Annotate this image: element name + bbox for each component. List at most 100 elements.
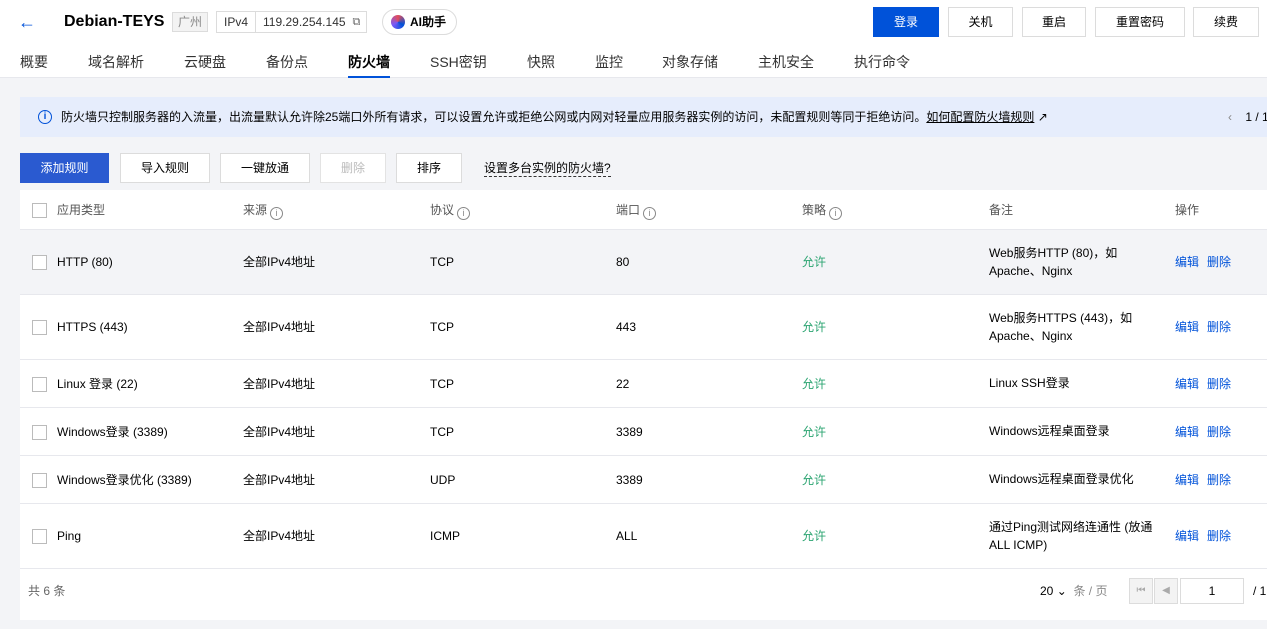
cell-note-line1: Windows远程桌面登录优化 <box>989 472 1134 486</box>
shutdown-button[interactable]: 关机 <box>948 7 1013 37</box>
help-icon[interactable]: i <box>829 207 843 220</box>
table-row: HTTP (80) 全部IPv4地址 TCP 80 允许 Web服务HTTP (… <box>20 230 1267 295</box>
help-icon[interactable]: i <box>270 207 284 220</box>
delete-button[interactable]: 删除 <box>320 153 386 183</box>
ai-assistant-label: AI助手 <box>410 15 447 29</box>
header-type: 应用类型 <box>57 203 106 217</box>
header-policy: 策略 <box>802 203 827 217</box>
row-checkbox[interactable] <box>32 377 47 392</box>
tab-dns[interactable]: 域名解析 <box>88 52 144 78</box>
cell-port: 3389 <box>616 473 643 487</box>
edit-link[interactable]: 编辑 <box>1175 527 1199 545</box>
edit-link[interactable]: 编辑 <box>1175 423 1199 441</box>
delete-link[interactable]: 删除 <box>1207 318 1231 336</box>
row-checkbox[interactable] <box>32 473 47 488</box>
back-arrow-icon[interactable]: ← <box>18 11 40 33</box>
row-checkbox[interactable] <box>32 425 47 440</box>
table-row: HTTPS (443) 全部IPv4地址 TCP 443 允许 Web服务HTT… <box>20 295 1267 360</box>
cell-port: ALL <box>616 529 638 543</box>
chevron-left-icon[interactable]: ‹ <box>1228 110 1232 124</box>
tab-run-command[interactable]: 执行命令 <box>854 52 910 78</box>
renew-button[interactable]: 续费 <box>1193 7 1259 37</box>
tab-bar: 概要 域名解析 云硬盘 备份点 防火墙 SSH密钥 快照 监控 对象存储 主机安… <box>0 44 1267 78</box>
add-rule-button[interactable]: 添加规则 <box>20 153 109 183</box>
edit-link[interactable]: 编辑 <box>1175 253 1199 271</box>
copy-icon[interactable]: ⧉ <box>353 12 367 32</box>
cell-type: HTTPS (443) <box>57 320 128 334</box>
delete-link[interactable]: 删除 <box>1207 527 1231 545</box>
cell-note-line1: Web服务HTTPS (443)，如 <box>989 311 1133 325</box>
cell-note-line2: Apache、Nginx <box>989 264 1073 278</box>
cell-protocol: UDP <box>430 473 456 487</box>
delete-link[interactable]: 删除 <box>1207 253 1231 271</box>
tab-backup[interactable]: 备份点 <box>266 52 308 78</box>
cell-policy: 允许 <box>802 473 827 487</box>
tab-firewall[interactable]: 防火墙 <box>348 52 390 78</box>
table-row: Linux 登录 (22) 全部IPv4地址 TCP 22 允许 Linux S… <box>20 360 1267 408</box>
prev-page-icon[interactable]: ◀ <box>1154 578 1178 604</box>
first-page-icon[interactable]: ⏮ <box>1129 578 1153 604</box>
cell-note-line1: Linux SSH登录 <box>989 376 1070 390</box>
cell-port: 80 <box>616 255 630 269</box>
cell-policy: 允许 <box>802 529 827 543</box>
header-note: 备注 <box>989 203 1014 217</box>
tab-cloud-disk[interactable]: 云硬盘 <box>184 52 226 78</box>
table-row: Windows登录 (3389) 全部IPv4地址 TCP 3389 允许 Wi… <box>20 408 1267 456</box>
import-rule-button[interactable]: 导入规则 <box>120 153 210 183</box>
external-link-icon[interactable]: ↗ <box>1034 110 1048 124</box>
edit-link[interactable]: 编辑 <box>1175 318 1199 336</box>
cell-type: Windows登录优化 (3389) <box>57 473 192 487</box>
cell-source: 全部IPv4地址 <box>243 255 316 269</box>
delete-link[interactable]: 删除 <box>1207 471 1231 489</box>
select-all-checkbox[interactable] <box>32 203 47 218</box>
page-size-select[interactable]: 20 ⌄ 条 / 页 <box>1040 582 1107 600</box>
ip-version: IPv4 <box>217 12 257 32</box>
cell-source: 全部IPv4地址 <box>243 425 316 439</box>
page-size-value: 20 <box>1040 584 1054 598</box>
cell-source: 全部IPv4地址 <box>243 473 316 487</box>
firewall-help-link[interactable]: 如何配置防火墙规则 <box>926 110 1034 124</box>
cell-port: 443 <box>616 320 637 334</box>
page-number-input[interactable]: 1 <box>1180 578 1244 604</box>
tab-object-storage[interactable]: 对象存储 <box>662 52 718 78</box>
row-checkbox[interactable] <box>32 255 47 270</box>
tab-ssh-keys[interactable]: SSH密钥 <box>430 52 487 78</box>
header-port: 端口 <box>616 203 641 217</box>
tab-snapshot[interactable]: 快照 <box>527 52 555 78</box>
login-button[interactable]: 登录 <box>873 7 939 37</box>
delete-link[interactable]: 删除 <box>1207 375 1231 393</box>
banner-page: 1 / 1 <box>1245 110 1267 124</box>
cell-protocol: ICMP <box>430 529 460 543</box>
edit-link[interactable]: 编辑 <box>1175 471 1199 489</box>
delete-link[interactable]: 删除 <box>1207 423 1231 441</box>
chevron-down-icon: ⌄ <box>1056 584 1067 598</box>
page-size-unit: 条 / 页 <box>1073 584 1108 598</box>
restart-button[interactable]: 重启 <box>1022 7 1086 37</box>
row-checkbox[interactable] <box>32 320 47 335</box>
header-source: 来源 <box>243 203 268 217</box>
table-footer: 共 6 条 20 ⌄ 条 / 页 ⏮ ◀ 1 / 1 <box>20 570 1267 614</box>
edit-link[interactable]: 编辑 <box>1175 375 1199 393</box>
table-row: Windows登录优化 (3389) 全部IPv4地址 UDP 3389 允许 … <box>20 456 1267 504</box>
cell-note-line2: ALL ICMP) <box>989 538 1048 552</box>
cell-type: Linux 登录 (22) <box>57 377 138 391</box>
tab-overview[interactable]: 概要 <box>20 52 48 78</box>
tab-host-security[interactable]: 主机安全 <box>758 52 814 78</box>
reset-password-button[interactable]: 重置密码 <box>1095 7 1185 37</box>
info-banner: i 防火墙只控制服务器的入流量，出流量默认允许除25端口外所有请求，可以设置允许… <box>20 97 1267 137</box>
help-icon[interactable]: i <box>643 207 657 220</box>
tab-monitor[interactable]: 监控 <box>595 52 623 78</box>
header: ← Debian-TEYS 广州 IPv4 119.29.254.145 ⧉ A… <box>0 0 1267 78</box>
row-checkbox[interactable] <box>32 529 47 544</box>
region-badge: 广州 <box>172 12 209 32</box>
multi-instance-firewall-link[interactable]: 设置多台实例的防火墙? <box>484 160 611 177</box>
cell-policy: 允许 <box>802 425 827 439</box>
ai-assistant-button[interactable]: AI助手 <box>382 9 458 35</box>
cell-protocol: TCP <box>430 425 454 439</box>
cell-type: HTTP (80) <box>57 255 113 269</box>
one-click-allow-button[interactable]: 一键放通 <box>220 153 310 183</box>
cell-protocol: TCP <box>430 377 454 391</box>
header-policy-wrap: 策略 i <box>802 201 843 220</box>
help-icon[interactable]: i <box>457 207 471 220</box>
sort-button[interactable]: 排序 <box>396 153 462 183</box>
